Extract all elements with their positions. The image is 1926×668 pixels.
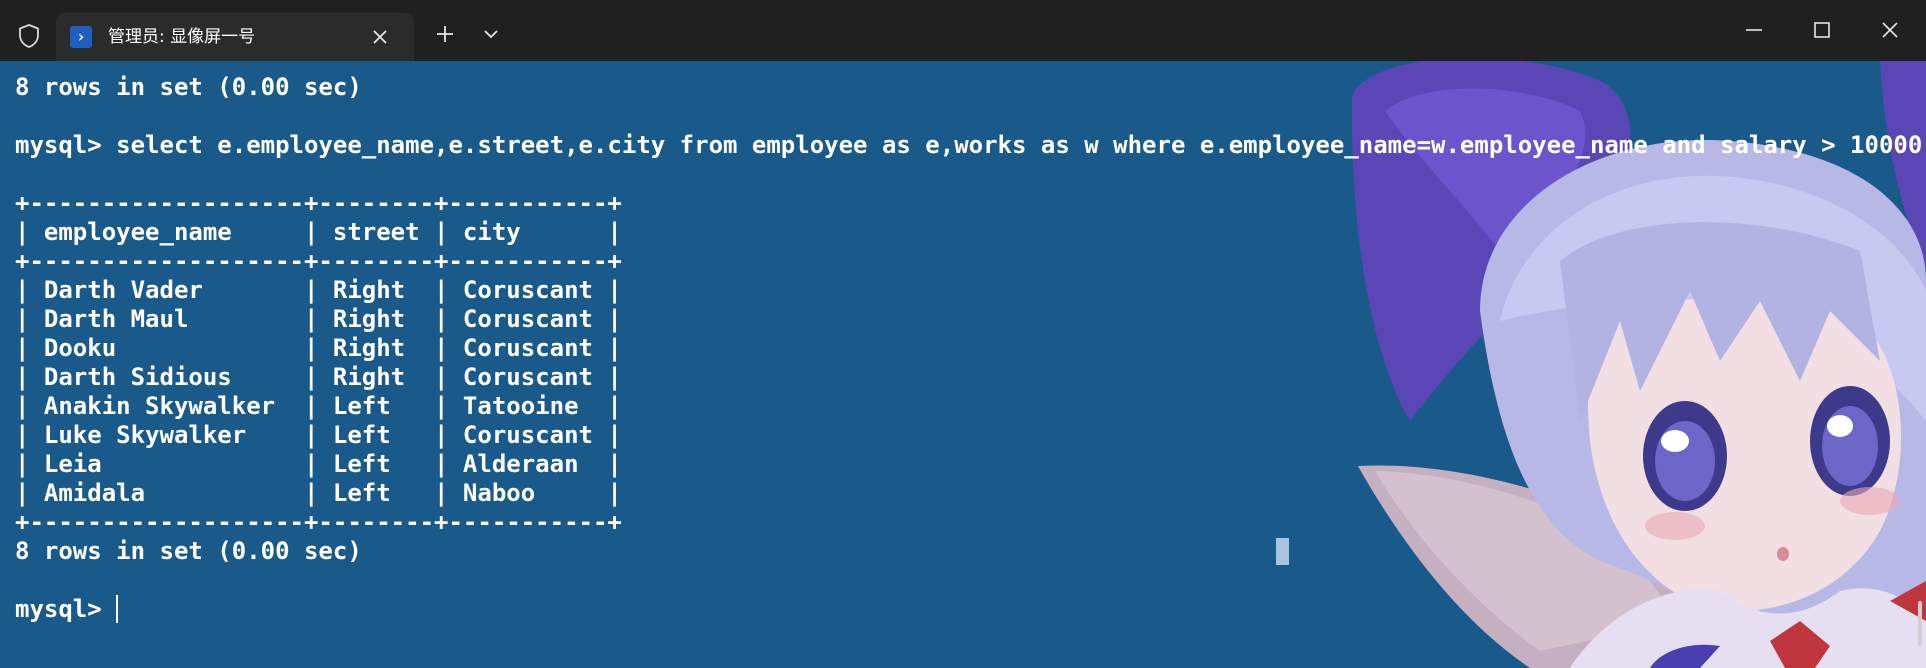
table-row: | Leia | Left | Alderaan | — [15, 450, 622, 478]
output-line: mysql> select e.employee_name,e.street,e… — [15, 131, 1926, 159]
shield-icon — [19, 24, 39, 48]
output-line: 8 rows in set (0.00 sec) — [15, 73, 362, 101]
prompt-line[interactable]: mysql> — [15, 595, 1926, 624]
tab-title: 管理员: 显像屏一号 — [108, 27, 256, 47]
powershell-icon: › — [70, 26, 92, 48]
terminal-output-area[interactable]: 8 rows in set (0.00 sec) mysql> select e.… — [0, 61, 1926, 668]
table-row: | Darth Vader | Right | Coruscant | — [15, 276, 622, 304]
table-row: | Darth Maul | Right | Coruscant | — [15, 305, 622, 333]
table-row: | Dooku | Right | Coruscant | — [15, 334, 622, 362]
table-row: | Anakin Skywalker | Left | Tatooine | — [15, 392, 622, 420]
tab-terminal[interactable]: › 管理员: 显像屏一号 — [56, 13, 414, 61]
minimize-button[interactable] — [1740, 16, 1768, 44]
new-tab-button[interactable] — [431, 20, 459, 48]
output-line: 8 rows in set (0.00 sec) — [15, 537, 362, 565]
console-text[interactable]: 8 rows in set (0.00 sec) mysql> select e.… — [15, 73, 1926, 624]
close-window-button[interactable] — [1876, 16, 1904, 44]
table-border: +-------------------+--------+----------… — [15, 508, 622, 536]
maximize-button[interactable] — [1808, 16, 1836, 44]
table-border: +-------------------+--------+----------… — [15, 189, 622, 217]
close-tab-icon[interactable] — [367, 24, 393, 50]
text-caret — [115, 595, 118, 623]
block-cursor — [1276, 538, 1289, 565]
terminal-window: › 管理员: 显像屏一号 8 rows in set (0.00 sec) my… — [0, 0, 1926, 668]
title-bar: › 管理员: 显像屏一号 — [0, 0, 1926, 61]
table-border: +-------------------+--------+----------… — [15, 247, 622, 275]
table-row: | Darth Sidious | Right | Coruscant | — [15, 363, 622, 391]
table-row: | Luke Skywalker | Left | Coruscant | — [15, 421, 622, 449]
mysql-prompt: mysql> — [15, 595, 102, 623]
table-row: | Amidala | Left | Naboo | — [15, 479, 622, 507]
table-header: | employee_name | street | city | — [15, 218, 622, 246]
tab-dropdown-button[interactable] — [477, 20, 505, 48]
